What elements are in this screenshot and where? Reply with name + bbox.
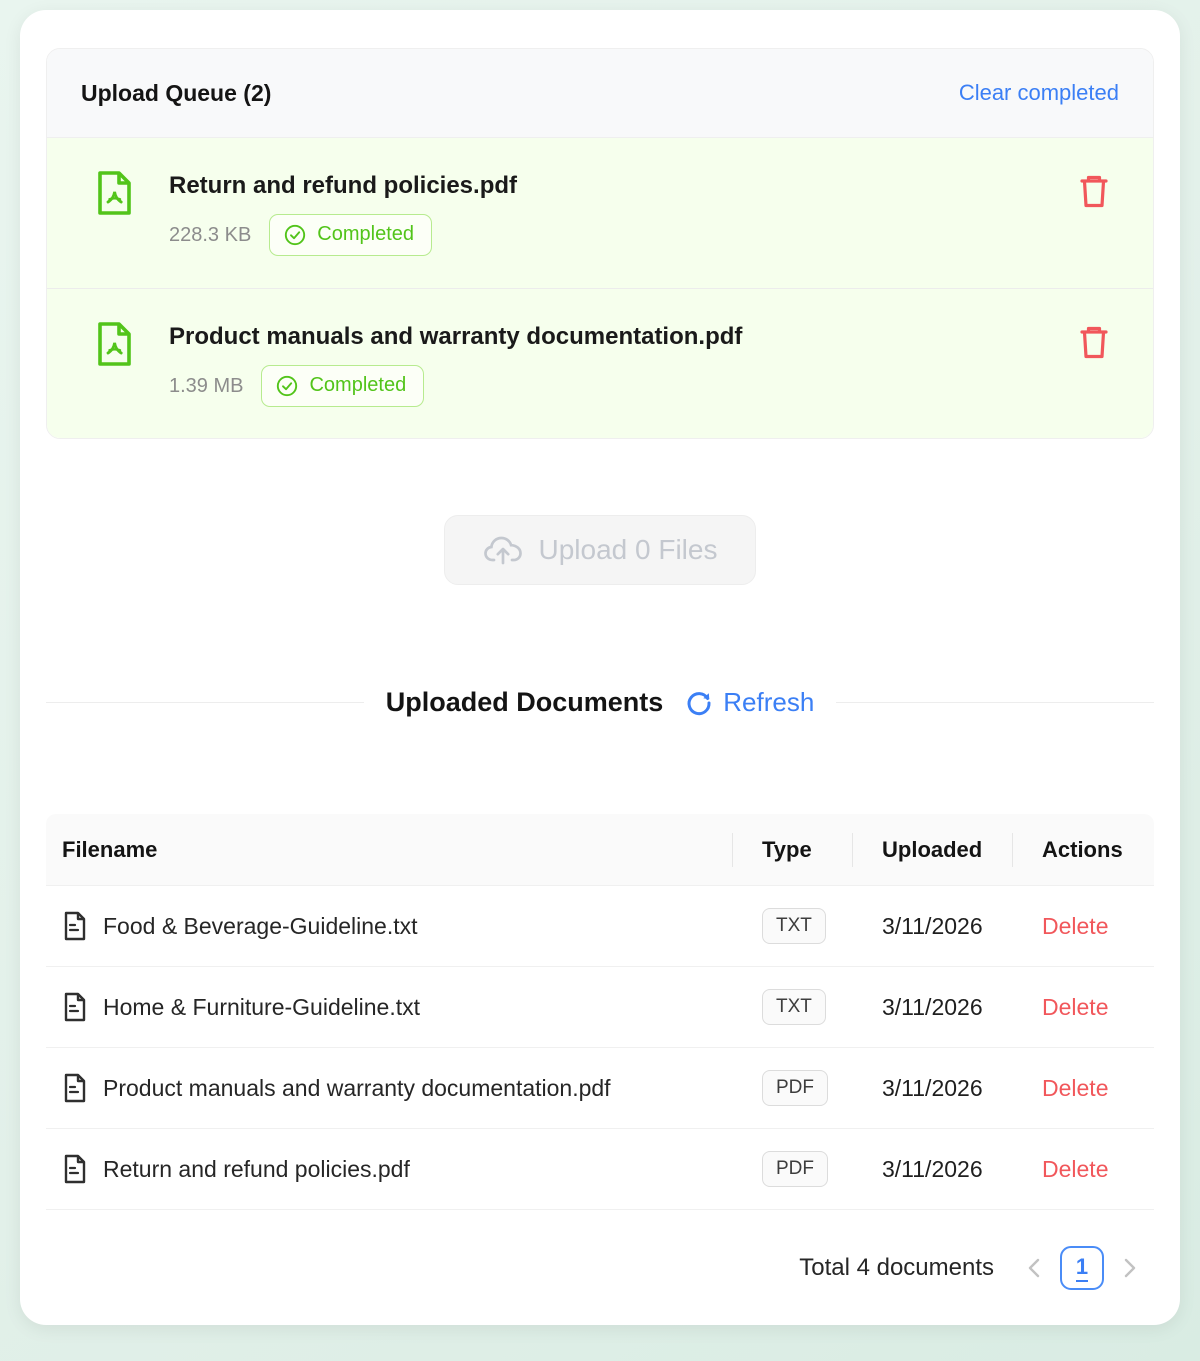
cell-filename: Product manuals and warranty documentati… xyxy=(46,1073,746,1103)
table-header-row: Filename Type Uploaded Actions xyxy=(46,814,1154,886)
filename-text: Food & Beverage-Guideline.txt xyxy=(103,913,418,940)
clear-completed-link[interactable]: Clear completed xyxy=(959,80,1119,106)
table-row: Product manuals and warranty documentati… xyxy=(46,1048,1154,1129)
queue-item-meta: 1.39 MB Completed xyxy=(169,365,1075,407)
check-circle-icon xyxy=(276,375,298,397)
uploaded-date: 3/11/2026 xyxy=(882,1156,983,1182)
upload-button-label: Upload 0 Files xyxy=(539,534,718,566)
pagination-page-1[interactable]: 1 xyxy=(1060,1246,1104,1290)
uploaded-date: 3/11/2026 xyxy=(882,913,983,939)
queue-item-row: Product manuals and warranty documentati… xyxy=(47,288,1153,438)
status-badge: Completed xyxy=(261,365,424,407)
file-text-icon xyxy=(62,1154,88,1184)
cell-actions: Delete xyxy=(1026,994,1154,1021)
upload-queue-panel: Upload Queue (2) Clear completed Return … xyxy=(46,48,1154,439)
chevron-left-icon xyxy=(1026,1257,1042,1279)
queue-item-row: Return and refund policies.pdf 228.3 KB … xyxy=(47,138,1153,288)
file-type-tag: TXT xyxy=(762,989,826,1025)
cell-uploaded: 3/11/2026 xyxy=(866,1075,1026,1102)
documents-table: Filename Type Uploaded Actions Food & Be… xyxy=(46,814,1154,1210)
upload-queue-header: Upload Queue (2) Clear completed xyxy=(47,49,1153,138)
cell-type: PDF xyxy=(746,1151,866,1187)
upload-files-button[interactable]: Upload 0 Files xyxy=(444,515,757,585)
table-row: Food & Beverage-Guideline.txt TXT 3/11/2… xyxy=(46,886,1154,967)
uploaded-date: 3/11/2026 xyxy=(882,1075,983,1101)
main-card: Upload Queue (2) Clear completed Return … xyxy=(20,10,1180,1325)
delete-document-link[interactable]: Delete xyxy=(1042,994,1108,1021)
cell-type: TXT xyxy=(746,908,866,944)
file-type-tag: TXT xyxy=(762,908,826,944)
cell-filename: Home & Furniture-Guideline.txt xyxy=(46,992,746,1022)
delete-document-link[interactable]: Delete xyxy=(1042,1075,1108,1102)
file-type-tag: PDF xyxy=(762,1151,828,1187)
trash-icon xyxy=(1079,325,1109,360)
status-badge: Completed xyxy=(269,214,432,256)
trash-icon xyxy=(1079,174,1109,209)
cell-uploaded: 3/11/2026 xyxy=(866,994,1026,1021)
pdf-file-icon xyxy=(93,321,135,367)
pagination: Total 4 documents 1 xyxy=(46,1246,1154,1290)
refresh-button[interactable]: Refresh xyxy=(685,687,814,718)
column-header-uploaded: Uploaded xyxy=(866,837,1026,863)
delete-queue-item-button[interactable] xyxy=(1075,321,1113,364)
pagination-total: Total 4 documents xyxy=(799,1254,994,1282)
uploaded-documents-title: Uploaded Documents xyxy=(386,687,664,718)
queue-item-info: Return and refund policies.pdf 228.3 KB … xyxy=(169,168,1075,256)
cell-filename: Return and refund policies.pdf xyxy=(46,1154,746,1184)
uploaded-date: 3/11/2026 xyxy=(882,994,983,1020)
queue-item-meta: 228.3 KB Completed xyxy=(169,214,1075,256)
status-badge-label: Completed xyxy=(309,374,406,397)
cell-uploaded: 3/11/2026 xyxy=(866,1156,1026,1183)
file-text-icon xyxy=(62,1073,88,1103)
cell-type: TXT xyxy=(746,989,866,1025)
upload-queue-title: Upload Queue (2) xyxy=(81,80,271,107)
refresh-icon xyxy=(685,689,713,717)
pagination-page-number: 1 xyxy=(1076,1254,1088,1281)
column-header-type: Type xyxy=(746,837,866,863)
check-circle-icon xyxy=(284,224,306,246)
status-badge-label: Completed xyxy=(317,223,414,246)
column-header-actions: Actions xyxy=(1026,837,1154,863)
cell-actions: Delete xyxy=(1026,1075,1154,1102)
cell-actions: Delete xyxy=(1026,913,1154,940)
delete-queue-item-button[interactable] xyxy=(1075,170,1113,213)
cloud-upload-icon xyxy=(483,534,523,566)
pagination-next-button[interactable] xyxy=(1118,1253,1142,1283)
chevron-right-icon xyxy=(1122,1257,1138,1279)
queue-item-size: 1.39 MB xyxy=(169,375,243,398)
filename-text: Return and refund policies.pdf xyxy=(103,1156,410,1183)
cell-filename: Food & Beverage-Guideline.txt xyxy=(46,911,746,941)
uploaded-documents-divider: Uploaded Documents Refresh xyxy=(46,687,1154,718)
refresh-label: Refresh xyxy=(723,687,814,718)
cell-uploaded: 3/11/2026 xyxy=(866,913,1026,940)
divider-line xyxy=(836,702,1154,703)
delete-document-link[interactable]: Delete xyxy=(1042,1156,1108,1183)
queue-item-info: Product manuals and warranty documentati… xyxy=(169,319,1075,407)
table-row: Return and refund policies.pdf PDF 3/11/… xyxy=(46,1129,1154,1210)
queue-item-size: 228.3 KB xyxy=(169,224,251,247)
pdf-file-icon xyxy=(93,170,135,216)
filename-text: Product manuals and warranty documentati… xyxy=(103,1075,611,1102)
divider-line xyxy=(46,702,364,703)
cell-actions: Delete xyxy=(1026,1156,1154,1183)
queue-item-filename: Product manuals and warranty documentati… xyxy=(169,323,1075,351)
filename-text: Home & Furniture-Guideline.txt xyxy=(103,994,420,1021)
delete-document-link[interactable]: Delete xyxy=(1042,913,1108,940)
column-header-filename: Filename xyxy=(46,837,746,863)
file-text-icon xyxy=(62,911,88,941)
table-row: Home & Furniture-Guideline.txt TXT 3/11/… xyxy=(46,967,1154,1048)
pagination-prev-button[interactable] xyxy=(1022,1253,1046,1283)
file-type-tag: PDF xyxy=(762,1070,828,1106)
cell-type: PDF xyxy=(746,1070,866,1106)
upload-button-container: Upload 0 Files xyxy=(46,515,1154,585)
queue-item-filename: Return and refund policies.pdf xyxy=(169,172,1075,200)
file-text-icon xyxy=(62,992,88,1022)
